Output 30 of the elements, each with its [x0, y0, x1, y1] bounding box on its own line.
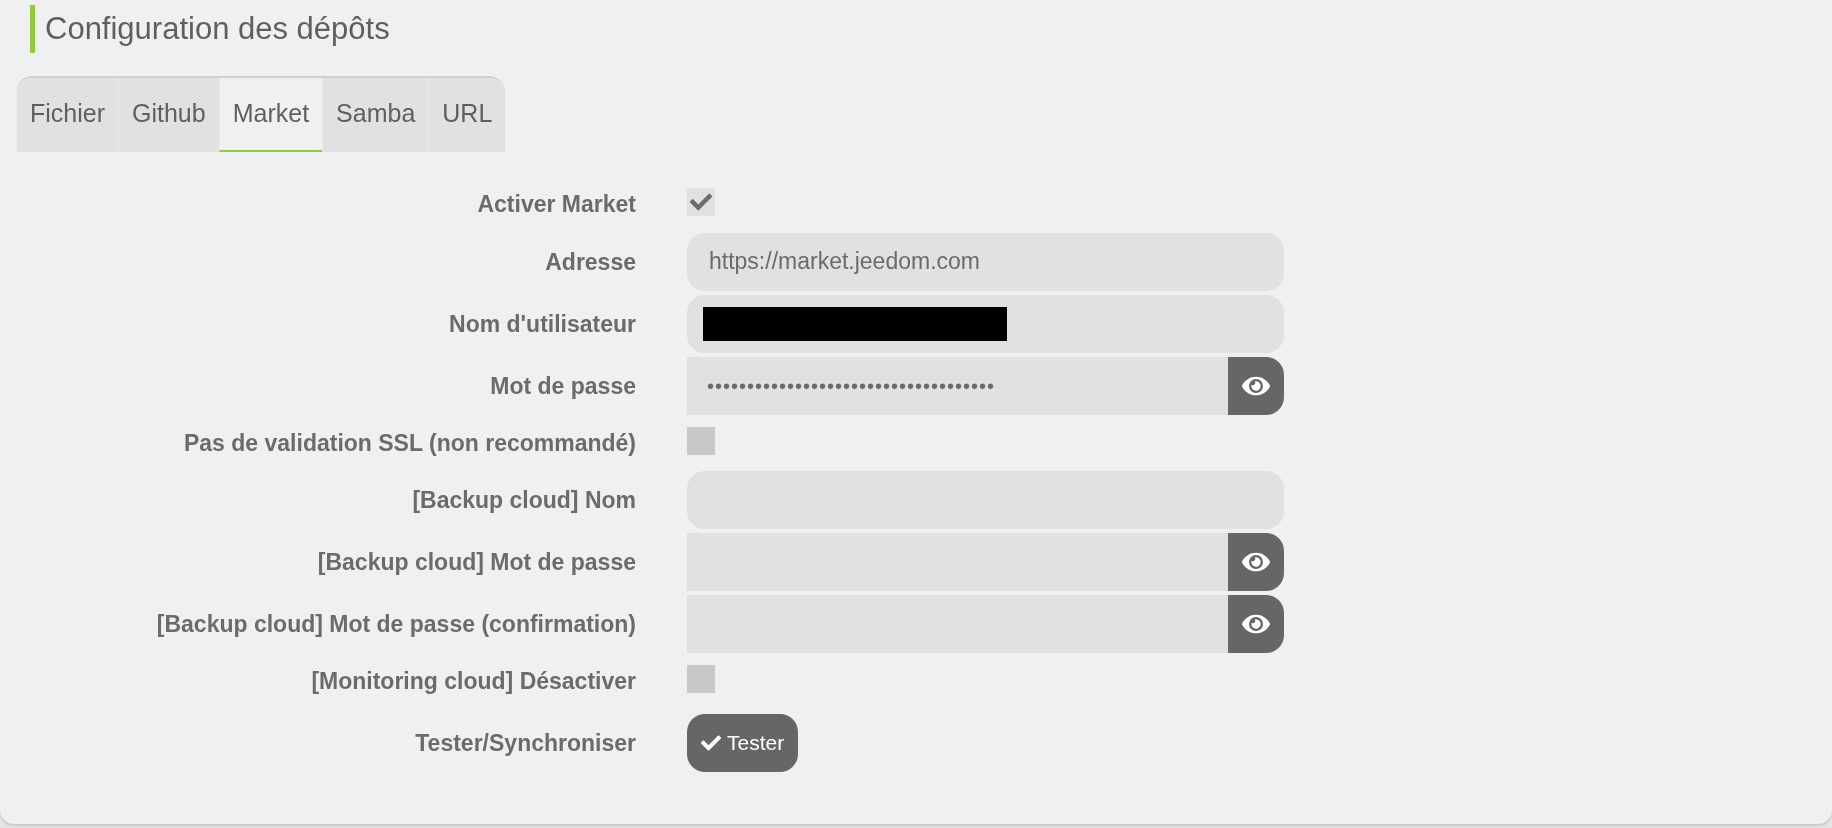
checkbox[interactable]: [687, 188, 715, 216]
tab[interactable]: Fichier: [16, 78, 118, 152]
checkmark-icon: [690, 191, 712, 213]
show-password-button[interactable]: [1228, 595, 1284, 653]
accent-bar: [30, 5, 35, 53]
section-title: Configuration des dépôts: [45, 9, 390, 48]
show-password-button[interactable]: [1228, 533, 1284, 591]
checkbox[interactable]: [687, 665, 715, 693]
password-field[interactable]: [687, 595, 1228, 653]
text-field[interactable]: [687, 294, 1284, 353]
field-label: Nom d'utilisateur: [449, 309, 636, 339]
field-label: Activer Market: [477, 190, 636, 219]
field-label: [Backup cloud] Nom: [412, 486, 636, 515]
field-label: Adresse: [545, 247, 636, 277]
show-password-button[interactable]: [1228, 356, 1284, 415]
checkbox[interactable]: [687, 426, 715, 455]
tab[interactable]: Github: [118, 78, 219, 152]
field-label: Tester/Synchroniser: [415, 728, 636, 758]
field-label: [Backup cloud] Mot de passe: [317, 548, 636, 577]
field-label: Mot de passe: [490, 371, 636, 401]
tab[interactable]: Samba: [322, 78, 429, 152]
password-field[interactable]: ••••••••••••••••••••••••••••••••••••: [687, 356, 1228, 415]
tab[interactable]: URL: [428, 78, 506, 152]
text-field[interactable]: https://market.jeedom.com: [687, 232, 1284, 291]
tab[interactable]: Market: [218, 78, 323, 152]
field-label: [Monitoring cloud] Désactiver: [311, 667, 636, 696]
field-label: Pas de validation SSL (non recommandé): [184, 428, 636, 458]
test-button[interactable]: Tester: [687, 713, 799, 772]
password-field[interactable]: [687, 533, 1228, 591]
field-label: [Backup cloud] Mot de passe (confirmation): [156, 610, 636, 639]
